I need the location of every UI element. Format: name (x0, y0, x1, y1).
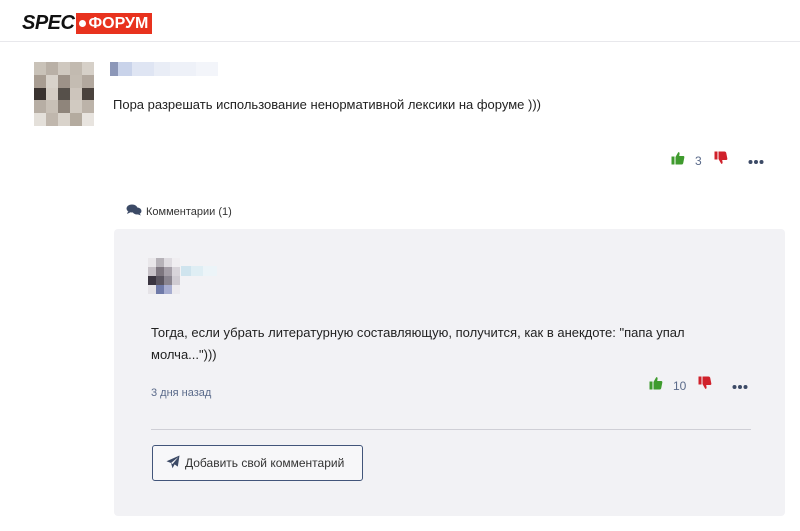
comment-date[interactable]: 3 дня назад (151, 387, 211, 399)
comment-like-count: 10 (673, 378, 687, 393)
add-comment-label: Добавить свой комментарий (185, 456, 345, 470)
comment-author-avatar[interactable] (148, 258, 180, 294)
send-icon (166, 455, 185, 472)
thumbs-up-icon[interactable] (649, 376, 663, 395)
logo-forum-text: ФОРУМ (88, 14, 149, 32)
thumbs-down-icon[interactable] (714, 151, 728, 170)
site-logo[interactable]: SPEC ФОРУМ (22, 12, 153, 34)
comment-author-name-blurred[interactable] (181, 266, 217, 276)
post-actions: 3 (671, 151, 764, 170)
thumbs-up-icon[interactable] (671, 151, 685, 170)
add-comment-button[interactable]: Добавить свой комментарий (152, 445, 363, 481)
post-like-count: 3 (695, 153, 702, 168)
logo-spec-text: SPEC (22, 12, 75, 34)
thumbs-down-icon[interactable] (698, 376, 712, 395)
comments-toggle[interactable]: Комментарии (1) (126, 204, 232, 219)
post-author-name-blurred[interactable] (110, 62, 218, 76)
site-header: SPEC ФОРУМ (0, 0, 800, 42)
logo-forum-badge: ФОРУМ (76, 12, 153, 34)
comments-label-text: Комментарии (1) (146, 205, 232, 218)
more-dots-icon[interactable] (748, 152, 764, 170)
comment-actions: 10 (649, 376, 748, 395)
comment-divider (151, 429, 751, 430)
post-text: Пора разрешать использование ненормативн… (113, 97, 541, 112)
comments-icon (126, 204, 146, 219)
post-author-avatar[interactable] (34, 62, 94, 126)
logo-dot-icon (79, 19, 87, 27)
comment-text: Тогда, если убрать литературную составля… (151, 325, 685, 362)
more-dots-icon[interactable] (732, 377, 748, 395)
